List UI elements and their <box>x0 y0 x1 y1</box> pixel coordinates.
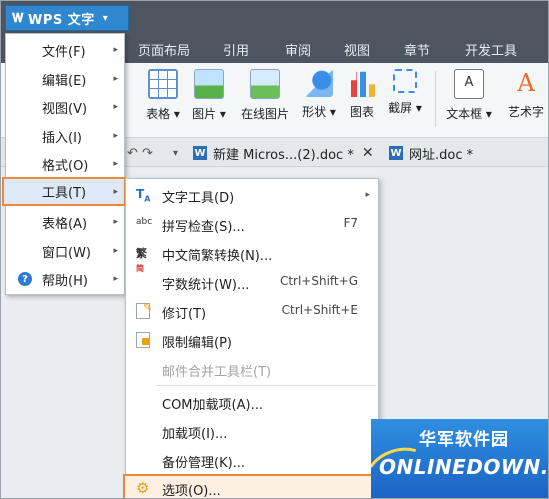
online-picture-button[interactable]: 在线图片 <box>237 69 293 122</box>
wps-logo-icon: 𝐖 <box>12 11 24 25</box>
chevron-right-icon: ▸ <box>113 274 118 284</box>
submenu-item-addins[interactable]: 加载项(I)... <box>126 417 378 445</box>
textbox-icon: A <box>454 69 484 99</box>
close-icon[interactable]: ✕ <box>362 145 374 161</box>
word-doc-icon: W <box>193 146 207 160</box>
spellcheck-icon: abc <box>136 217 153 227</box>
screenshot-button[interactable]: 截屏 ▾ <box>385 69 425 116</box>
chinese-convert-icon: 繁简 <box>136 247 147 273</box>
menu-item-help[interactable]: ? 帮助(H) ▸ <box>6 265 124 293</box>
submenu-item-options[interactable]: ⚙ 选项(O)... <box>123 474 381 498</box>
wordart-button[interactable]: A 艺术字 <box>503 69 548 120</box>
online-picture-icon <box>250 69 280 99</box>
tab-review[interactable]: 审阅 <box>285 40 311 59</box>
chevron-right-icon: ▸ <box>365 190 370 200</box>
submenu-item-text-tools[interactable]: TA 文字工具(D) ▸ <box>126 181 378 209</box>
help-icon: ? <box>18 272 32 286</box>
screenshot-icon <box>393 69 417 93</box>
submenu-item-word-count[interactable]: 字数统计(W)... Ctrl+Shift+G <box>126 268 378 296</box>
lock-icon <box>136 332 150 348</box>
doc-tab-urls[interactable]: W 网址.doc * <box>389 142 473 164</box>
menu-item-window[interactable]: 窗口(W) ▸ <box>6 237 124 265</box>
shape-icon <box>305 69 333 97</box>
submenu-item-revision[interactable]: ✎ 修订(T) Ctrl+Shift+E <box>126 297 378 325</box>
menu-item-view[interactable]: 视图(V) ▸ <box>6 93 124 121</box>
textbox-button[interactable]: A 文本框 ▾ <box>443 69 495 122</box>
app-window: 页面布局 引用 审阅 视图 章节 开发工具 表格 ▾ 图片 ▾ 在线图片 形状 … <box>0 0 549 499</box>
table-button[interactable]: 表格 ▾ <box>143 69 183 122</box>
shape-button[interactable]: 形状 ▾ <box>299 69 339 120</box>
chevron-right-icon: ▸ <box>113 217 118 227</box>
chart-button[interactable]: 图表 <box>347 69 377 120</box>
quick-access-dropdown-icon[interactable]: ▾ <box>173 142 178 164</box>
menu-item-edit[interactable]: 编辑(E) ▸ <box>6 65 124 93</box>
gear-icon: ⚙ <box>136 479 150 497</box>
picture-button[interactable]: 图片 ▾ <box>189 69 229 122</box>
tab-references[interactable]: 引用 <box>223 40 249 59</box>
chevron-right-icon: ▸ <box>113 186 118 197</box>
wps-app-menu-button[interactable]: 𝐖 WPS 文字 ▾ <box>5 5 129 31</box>
submenu-item-spellcheck[interactable]: abc 拼写检查(S)... F7 <box>126 210 378 238</box>
submenu-item-backup-management[interactable]: 备份管理(K)... <box>126 446 378 474</box>
chevron-right-icon: ▸ <box>113 131 118 141</box>
table-icon <box>148 69 178 99</box>
tab-sections[interactable]: 章节 <box>404 40 430 59</box>
submenu-divider <box>156 385 376 386</box>
menu-item-format[interactable]: 格式(O) ▸ <box>6 150 124 178</box>
menu-item-tools[interactable]: 工具(T) ▸ <box>2 177 126 206</box>
onlinedown-watermark-logo: 华军软件园 ONLINEDOWN.NET <box>371 419 548 498</box>
app-dropdown-menu: 文件(F) ▸ 编辑(E) ▸ 视图(V) ▸ 插入(I) ▸ 格式(O) ▸ 工具(T)… <box>2 33 126 295</box>
submenu-item-com-addins[interactable]: COM加载项(A)... <box>126 388 378 416</box>
menu-item-file[interactable]: 文件(F) ▸ <box>6 36 124 64</box>
chevron-right-icon: ▸ <box>113 102 118 112</box>
revision-icon: ✎ <box>136 301 152 319</box>
submenu-item-chinese-convert[interactable]: 繁简 中文简繁转换(N)... <box>126 239 378 273</box>
tab-view[interactable]: 视图 <box>344 40 370 59</box>
submenu-item-restrict-editing[interactable]: 限制编辑(P) <box>126 326 378 354</box>
menu-item-table[interactable]: 表格(A) ▸ <box>6 208 124 236</box>
picture-icon <box>194 69 224 99</box>
chevron-right-icon: ▸ <box>113 45 118 55</box>
chevron-right-icon: ▸ <box>113 246 118 256</box>
tools-submenu: TA 文字工具(D) ▸ abc 拼写检查(S)... F7 繁简 中文简繁转换… <box>123 178 381 498</box>
ribbon-divider <box>435 71 436 127</box>
chevron-right-icon: ▸ <box>113 74 118 84</box>
chevron-down-icon: ▾ <box>102 12 108 24</box>
submenu-item-mail-merge-toolbar: 邮件合并工具栏(T) <box>162 365 272 380</box>
wordart-icon: A <box>517 69 535 97</box>
app-title: WPS 文字 <box>28 12 95 28</box>
word-doc-icon: W <box>389 146 403 160</box>
menu-item-insert[interactable]: 插入(I) ▸ <box>6 122 124 150</box>
chart-icon <box>348 71 376 97</box>
undo-redo-icons[interactable]: ↶ ↷ <box>127 142 153 164</box>
chevron-right-icon: ▸ <box>113 159 118 169</box>
text-tools-icon: TA <box>136 187 151 204</box>
tab-page-layout[interactable]: 页面布局 <box>138 40 190 59</box>
tab-developer[interactable]: 开发工具 <box>465 40 517 59</box>
doc-tab-new-microsoft[interactable]: W 新建 Micros...(2).doc * ✕ <box>193 142 374 164</box>
